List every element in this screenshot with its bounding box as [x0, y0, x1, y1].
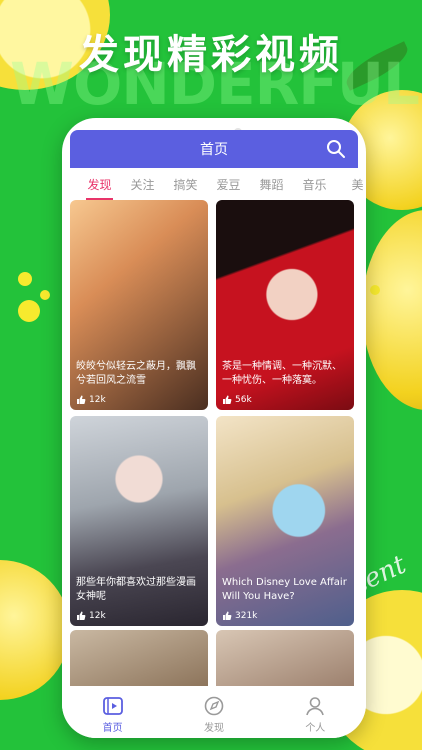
like-count-value: 12k — [89, 611, 106, 621]
like-count: 56k — [222, 395, 252, 405]
phone-mockup: 首页 发现 关注 搞笑 爱豆 舞蹈 音乐 美 皎皎兮似轻云之蔽月，飘飘兮若回风之… — [62, 118, 366, 738]
promo-headline: 发现精彩视频 — [79, 32, 343, 78]
nav-profile-label: 个人 — [305, 722, 326, 734]
video-card[interactable]: 那些年你都喜欢过那些漫画女神呢 12k — [70, 416, 208, 626]
tab-discover[interactable]: 发现 — [78, 176, 121, 200]
app-header: 首页 — [70, 130, 358, 168]
video-caption: Which Disney Love Affair Will You Have? — [222, 577, 347, 602]
video-card[interactable]: Which Disney Love Affair Will You Have? … — [216, 416, 354, 626]
dot-decoration — [18, 300, 40, 322]
nav-home[interactable]: 首页 — [83, 695, 143, 734]
thumbs-up-icon — [223, 611, 232, 620]
dot-decoration — [370, 285, 380, 295]
nav-discover-label: 发现 — [203, 722, 224, 734]
like-count: 321k — [222, 611, 257, 621]
lemon-decoration — [0, 560, 70, 700]
video-caption: 皎皎兮似轻云之蔽月，飘飘兮若回风之流雪 — [76, 361, 196, 386]
user-icon — [306, 696, 325, 715]
category-tabs: 发现 关注 搞笑 爱豆 舞蹈 音乐 美 — [78, 176, 366, 200]
tab-idol[interactable]: 爱豆 — [207, 176, 250, 200]
like-count-value: 12k — [89, 395, 106, 405]
dot-decoration — [18, 272, 32, 286]
search-icon[interactable] — [326, 139, 346, 159]
like-count-value: 321k — [235, 611, 258, 621]
thumbs-up-icon — [77, 395, 86, 404]
nav-profile[interactable]: 个人 — [285, 695, 345, 734]
thumbs-up-icon — [77, 611, 86, 620]
tab-funny[interactable]: 搞笑 — [164, 176, 207, 200]
tab-music[interactable]: 音乐 — [293, 176, 336, 200]
video-card[interactable]: 茶是一种情调、一种沉默、一种忧伤、一种落寞。 56k — [216, 200, 354, 410]
video-icon — [102, 696, 123, 715]
video-caption: 茶是一种情调、一种沉默、一种忧伤、一种落寞。 — [222, 361, 342, 386]
nav-home-label: 首页 — [102, 722, 123, 734]
compass-icon — [204, 696, 224, 715]
like-count: 12k — [76, 395, 106, 405]
bottom-nav: 首页 发现 个人 — [62, 686, 366, 738]
page-title: 首页 — [200, 142, 228, 158]
thumbs-up-icon — [223, 395, 232, 404]
like-count: 12k — [76, 611, 106, 621]
dot-decoration — [40, 290, 50, 300]
lemon-decoration — [362, 210, 422, 410]
tab-dance[interactable]: 舞蹈 — [250, 176, 293, 200]
video-caption: 那些年你都喜欢过那些漫画女神呢 — [76, 577, 196, 602]
nav-discover[interactable]: 发现 — [184, 695, 244, 734]
video-card[interactable]: 皎皎兮似轻云之蔽月，飘飘兮若回风之流雪 12k — [70, 200, 208, 410]
like-count-value: 56k — [235, 395, 252, 405]
tab-follow[interactable]: 关注 — [121, 176, 164, 200]
tab-beauty[interactable]: 美 — [336, 176, 366, 200]
